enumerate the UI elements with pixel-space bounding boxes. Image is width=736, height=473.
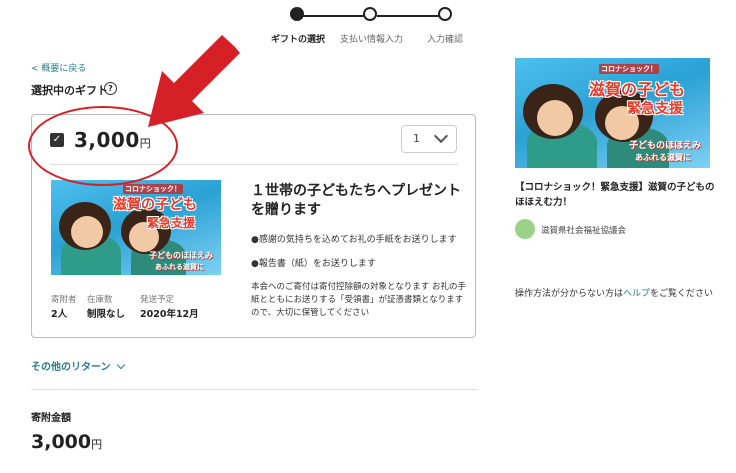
back-to-overview-link[interactable]: < 概要に戻る [31, 61, 86, 74]
donation-amount-label: 寄附金額 [31, 413, 71, 424]
step-label-gift: ギフトの選択 [271, 35, 326, 45]
section-divider [31, 389, 478, 390]
promo-caption: あふれる滋賀に [635, 153, 691, 162]
meta-value-stock: 制限なし [87, 309, 126, 320]
step-connector [297, 15, 369, 17]
donation-amount-value: 3,000 [31, 431, 92, 453]
project-title-link[interactable]: 【コロナショック！緊急支援】滋賀の子どものほほえむ力！ [515, 180, 715, 210]
step-dot [438, 7, 452, 21]
promo-caption: 子どものほほえみ [149, 251, 213, 260]
project-image: コロナショック！ 滋賀の子ども 緊急支援 子どものほほえみ あふれる滋賀に [515, 58, 710, 168]
selected-gift-label: 選択中のギフト [31, 84, 108, 97]
promo-caption: あふれる滋賀に [155, 263, 204, 271]
meta-label-stock: 在庫数 [87, 295, 113, 305]
annotation-arrow-icon [148, 35, 240, 127]
step-label-confirm: 入力確認 [427, 35, 464, 45]
step-connector [377, 15, 445, 17]
gift-image: コロナショック！ 滋賀の子ども 緊急支援 子どものほほえみ あふれる滋賀に [51, 180, 221, 275]
other-returns-toggle[interactable]: その他のリターン [31, 358, 125, 373]
meta-value-shipping: 2020年12月 [140, 309, 199, 320]
chevron-down-icon [116, 360, 125, 370]
promo-caption: 子どものほほえみ [629, 141, 702, 151]
help-text: 操作方法が分からない方はヘルプをご覧ください [515, 286, 713, 299]
step-label-payment: 支払い情報入力 [340, 35, 404, 45]
meta-label-shipping: 発送予定 [140, 295, 175, 305]
promo-tag: コロナショック！ [123, 184, 183, 194]
promo-subtitle: 緊急支援 [147, 216, 196, 230]
meta-value-donors: 2人 [51, 309, 68, 320]
donation-amount: 3,000円 [31, 431, 102, 453]
chevron-down-icon [433, 128, 449, 144]
gift-title: １世帯の子どもたちへプレゼントを贈ります [251, 183, 461, 218]
quantity-select[interactable]: 1 [401, 125, 457, 153]
gift-bullet: ●感謝の気持ちを込めてお礼の手紙をお送りします [251, 235, 457, 245]
gift-bullet: ●報告書（紙）をお送りします [251, 259, 376, 269]
meta-label-donors: 寄附者 [51, 295, 77, 305]
step-dot-active [290, 7, 304, 21]
promo-tag: コロナショック！ [599, 64, 659, 74]
other-returns-label: その他のリターン [31, 362, 111, 373]
checkout-steps: ギフトの選択 支払い情報入力 入力確認 [270, 6, 470, 46]
promo-subtitle: 緊急支援 [627, 101, 683, 117]
help-prefix: 操作方法が分からない方は [515, 289, 624, 299]
step-dot [363, 7, 377, 21]
gift-description: 本会へのご寄付は寄付控除額の対象となります お礼の手紙とともにお送りする「受領書… [251, 282, 466, 318]
donation-amount-unit: 円 [91, 438, 103, 451]
help-link[interactable]: ヘルプ [623, 289, 650, 299]
quantity-value: 1 [413, 132, 420, 145]
promo-title: 滋賀の子ども [589, 80, 686, 99]
help-suffix: をご覧ください [650, 289, 714, 299]
org-name[interactable]: 滋賀県社会福祉協議会 [541, 224, 626, 236]
org-logo-icon [515, 219, 535, 239]
help-icon[interactable]: ? [104, 82, 117, 95]
promo-title: 滋賀の子ども [113, 197, 197, 213]
